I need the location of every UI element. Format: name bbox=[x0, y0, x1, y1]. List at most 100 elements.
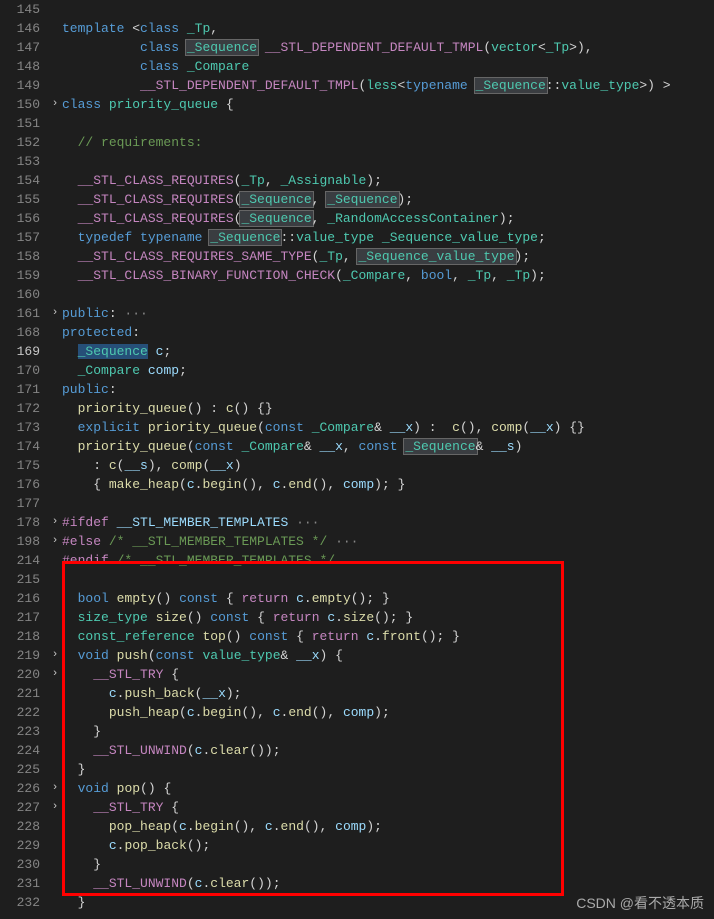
line-number[interactable]: 229 bbox=[0, 836, 40, 855]
code-line[interactable]: public: ··· bbox=[62, 304, 714, 323]
code-line[interactable]: __STL_DEPENDENT_DEFAULT_TMPL(less<typena… bbox=[62, 76, 714, 95]
line-number[interactable]: 225 bbox=[0, 760, 40, 779]
fold-chevron-icon[interactable]: › bbox=[48, 649, 62, 661]
code-line[interactable]: typedef typename _Sequence::value_type _… bbox=[62, 228, 714, 247]
code-area[interactable]: template <class _Tp, class _Sequence __S… bbox=[62, 0, 714, 912]
code-line[interactable]: void push(const value_type& __x) { bbox=[62, 646, 714, 665]
line-number[interactable]: 178 bbox=[0, 513, 40, 532]
code-line[interactable]: public: bbox=[62, 380, 714, 399]
line-number[interactable]: 149 bbox=[0, 76, 40, 95]
line-number[interactable]: 146 bbox=[0, 19, 40, 38]
line-number[interactable]: 157 bbox=[0, 228, 40, 247]
code-line[interactable]: const_reference top() const { return c.f… bbox=[62, 627, 714, 646]
fold-chevron-icon[interactable]: › bbox=[48, 668, 62, 680]
code-line[interactable]: __STL_CLASS_REQUIRES(_Sequence, _RandomA… bbox=[62, 209, 714, 228]
line-number[interactable]: 218 bbox=[0, 627, 40, 646]
line-number[interactable]: 222 bbox=[0, 703, 40, 722]
code-line[interactable]: } bbox=[62, 722, 714, 741]
line-number[interactable]: 217 bbox=[0, 608, 40, 627]
line-number[interactable]: 232 bbox=[0, 893, 40, 912]
code-line[interactable]: { make_heap(c.begin(), c.end(), comp); } bbox=[62, 475, 714, 494]
line-number[interactable]: 158 bbox=[0, 247, 40, 266]
line-number[interactable]: 148 bbox=[0, 57, 40, 76]
line-number[interactable]: 224 bbox=[0, 741, 40, 760]
line-number[interactable]: 170 bbox=[0, 361, 40, 380]
line-number[interactable]: 172 bbox=[0, 399, 40, 418]
code-line[interactable]: #ifdef __STL_MEMBER_TEMPLATES ··· bbox=[62, 513, 714, 532]
code-line[interactable]: __STL_UNWIND(c.clear()); bbox=[62, 741, 714, 760]
line-number[interactable]: 216 bbox=[0, 589, 40, 608]
code-line[interactable]: __STL_CLASS_REQUIRES(_Sequence, _Sequenc… bbox=[62, 190, 714, 209]
line-number[interactable]: 145 bbox=[0, 0, 40, 19]
fold-chevron-icon[interactable]: › bbox=[48, 516, 62, 528]
code-line[interactable]: // requirements: bbox=[62, 133, 714, 152]
line-number[interactable]: 150 bbox=[0, 95, 40, 114]
code-line[interactable] bbox=[62, 570, 714, 589]
line-number[interactable]: 171 bbox=[0, 380, 40, 399]
line-number[interactable]: 176 bbox=[0, 475, 40, 494]
code-line[interactable]: class _Sequence __STL_DEPENDENT_DEFAULT_… bbox=[62, 38, 714, 57]
line-number[interactable]: 175 bbox=[0, 456, 40, 475]
code-line[interactable]: #endif /* __STL_MEMBER_TEMPLATES */ bbox=[62, 551, 714, 570]
code-line[interactable]: } bbox=[62, 760, 714, 779]
code-line[interactable]: c.pop_back(); bbox=[62, 836, 714, 855]
code-line[interactable]: template <class _Tp, bbox=[62, 19, 714, 38]
line-number[interactable]: 173 bbox=[0, 418, 40, 437]
code-line[interactable]: push_heap(c.begin(), c.end(), comp); bbox=[62, 703, 714, 722]
code-line[interactable]: bool empty() const { return c.empty(); } bbox=[62, 589, 714, 608]
code-line[interactable]: __STL_UNWIND(c.clear()); bbox=[62, 874, 714, 893]
code-line[interactable]: explicit priority_queue(const _Compare& … bbox=[62, 418, 714, 437]
code-line[interactable]: priority_queue(const _Compare& __x, cons… bbox=[62, 437, 714, 456]
code-line[interactable]: priority_queue() : c() {} bbox=[62, 399, 714, 418]
line-number[interactable]: 221 bbox=[0, 684, 40, 703]
line-number[interactable]: 160 bbox=[0, 285, 40, 304]
line-number[interactable]: 147 bbox=[0, 38, 40, 57]
line-number[interactable]: 161 bbox=[0, 304, 40, 323]
line-number[interactable]: 168 bbox=[0, 323, 40, 342]
code-line[interactable]: __STL_CLASS_BINARY_FUNCTION_CHECK(_Compa… bbox=[62, 266, 714, 285]
line-number[interactable]: 174 bbox=[0, 437, 40, 456]
code-line[interactable] bbox=[62, 114, 714, 133]
fold-chevron-icon[interactable]: › bbox=[48, 535, 62, 547]
fold-chevron-icon[interactable]: › bbox=[48, 98, 62, 110]
line-number[interactable]: 220 bbox=[0, 665, 40, 684]
code-line[interactable]: pop_heap(c.begin(), c.end(), comp); bbox=[62, 817, 714, 836]
fold-chevron-icon[interactable]: › bbox=[48, 782, 62, 794]
code-line[interactable]: void pop() { bbox=[62, 779, 714, 798]
code-line[interactable]: size_type size() const { return c.size()… bbox=[62, 608, 714, 627]
code-line[interactable]: _Sequence c; bbox=[62, 342, 714, 361]
code-line[interactable]: protected: bbox=[62, 323, 714, 342]
code-line[interactable]: __STL_CLASS_REQUIRES_SAME_TYPE(_Tp, _Seq… bbox=[62, 247, 714, 266]
code-line[interactable]: class priority_queue { bbox=[62, 95, 714, 114]
fold-chevron-icon[interactable]: › bbox=[48, 307, 62, 319]
line-number[interactable]: 169 bbox=[0, 342, 40, 361]
code-line[interactable]: #else /* __STL_MEMBER_TEMPLATES */ ··· bbox=[62, 532, 714, 551]
code-line[interactable] bbox=[62, 152, 714, 171]
fold-column[interactable]: › › › › › › › › bbox=[48, 0, 62, 912]
code-line[interactable]: __STL_TRY { bbox=[62, 798, 714, 817]
line-number[interactable]: 177 bbox=[0, 494, 40, 513]
line-number[interactable]: 219 bbox=[0, 646, 40, 665]
code-line[interactable]: _Compare comp; bbox=[62, 361, 714, 380]
code-line[interactable] bbox=[62, 285, 714, 304]
line-number[interactable]: 214 bbox=[0, 551, 40, 570]
fold-chevron-icon[interactable]: › bbox=[48, 801, 62, 813]
line-number[interactable]: 231 bbox=[0, 874, 40, 893]
line-number[interactable]: 156 bbox=[0, 209, 40, 228]
line-number[interactable]: 215 bbox=[0, 570, 40, 589]
code-line[interactable] bbox=[62, 0, 714, 19]
code-line[interactable]: } bbox=[62, 855, 714, 874]
line-number[interactable]: 152 bbox=[0, 133, 40, 152]
line-number[interactable]: 159 bbox=[0, 266, 40, 285]
code-line[interactable]: __STL_CLASS_REQUIRES(_Tp, _Assignable); bbox=[62, 171, 714, 190]
code-line[interactable]: c.push_back(__x); bbox=[62, 684, 714, 703]
line-number[interactable]: 153 bbox=[0, 152, 40, 171]
line-number[interactable]: 155 bbox=[0, 190, 40, 209]
line-number[interactable]: 228 bbox=[0, 817, 40, 836]
code-line[interactable]: __STL_TRY { bbox=[62, 665, 714, 684]
line-number[interactable]: 198 bbox=[0, 532, 40, 551]
code-line[interactable]: : c(__s), comp(__x) bbox=[62, 456, 714, 475]
code-line[interactable]: class _Compare bbox=[62, 57, 714, 76]
line-number[interactable]: 230 bbox=[0, 855, 40, 874]
line-number[interactable]: 154 bbox=[0, 171, 40, 190]
